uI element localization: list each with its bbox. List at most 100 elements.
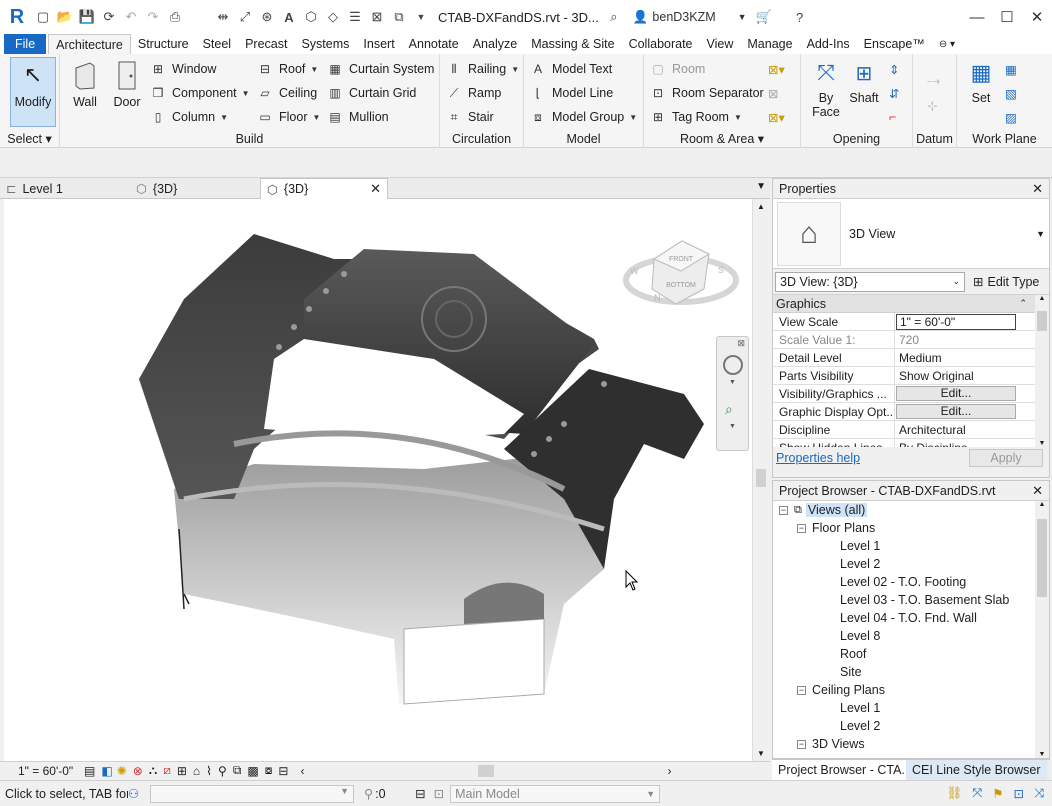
- tree-leaf[interactable]: Level 2: [840, 717, 880, 735]
- tree-node-3d-views[interactable]: −3D Views: [797, 735, 865, 753]
- tab-systems[interactable]: Systems: [294, 34, 356, 54]
- reveal-hidden-icon[interactable]: ⚲: [218, 764, 227, 778]
- crop-view-icon[interactable]: ⧄: [163, 763, 171, 778]
- prop-value[interactable]: Show Original: [895, 367, 1035, 384]
- section-graphics[interactable]: Graphics ⌃: [773, 295, 1035, 313]
- user-menu[interactable]: 👤 benD3KZM ▼: [633, 10, 747, 25]
- view-selector-dropdown[interactable]: 3D View: {3D} ⌄: [775, 271, 965, 292]
- sync-icon[interactable]: ⟳: [98, 6, 120, 28]
- text-icon[interactable]: A: [278, 6, 300, 28]
- set-button[interactable]: ▦ Set: [961, 58, 1001, 105]
- hscroll-thumb[interactable]: [478, 764, 495, 777]
- grid-icon[interactable]: ⊹: [927, 94, 937, 116]
- tab-view[interactable]: View: [700, 34, 741, 54]
- tag-room-button[interactable]: ⊞ Tag Room ▼: [650, 106, 742, 128]
- tab-project-browser[interactable]: Project Browser - CTA...: [772, 760, 912, 780]
- stair-button[interactable]: ⌗ Stair: [446, 106, 494, 128]
- scroll-left-icon[interactable]: ‹: [300, 764, 304, 778]
- close-window-button[interactable]: ✕: [1022, 2, 1052, 32]
- column-button[interactable]: ▯ Column ▼: [150, 106, 228, 128]
- scroll-thumb[interactable]: [1037, 311, 1047, 331]
- view-scale-button[interactable]: 1" = 60'-0": [0, 764, 78, 778]
- scroll-up-icon[interactable]: ▲: [753, 202, 769, 211]
- dropdown-icon[interactable]: ▼: [410, 6, 432, 28]
- view-tab-3d-active[interactable]: ⬡ {3D} ✕: [260, 178, 388, 199]
- close-icon[interactable]: ⊠: [737, 338, 745, 349]
- select-underlay-icon[interactable]: ⤧: [972, 786, 982, 801]
- viewer-icon[interactable]: ▨: [1005, 106, 1017, 128]
- scroll-down-icon[interactable]: ▼: [753, 749, 769, 758]
- ref-plane-icon[interactable]: ▧: [1005, 82, 1017, 104]
- editable-only-icon[interactable]: ⚲: [364, 786, 373, 801]
- horizontal-scrollbar[interactable]: [308, 764, 663, 777]
- curtain-grid-button[interactable]: ▥ Curtain Grid: [327, 82, 416, 104]
- tab-collaborate[interactable]: Collaborate: [622, 34, 700, 54]
- edit-type-button[interactable]: ⊞ Edit Type: [973, 274, 1039, 290]
- dimension-icon[interactable]: ⤢: [234, 6, 256, 28]
- tree-leaf[interactable]: Level 8: [840, 627, 880, 645]
- switch-windows-icon[interactable]: ⧉: [388, 6, 410, 28]
- tree-leaf[interactable]: Level 02 - T.O. Footing: [840, 573, 966, 591]
- undo-icon[interactable]: ↶: [120, 6, 142, 28]
- design-options-icon[interactable]: ⊟: [415, 786, 425, 801]
- scroll-down-icon[interactable]: ▼: [1035, 440, 1049, 447]
- maximize-button[interactable]: ☐: [992, 2, 1022, 32]
- shadows-icon[interactable]: ⊗: [133, 764, 143, 778]
- visual-style-icon[interactable]: ◧: [101, 764, 112, 778]
- tab-add-ins[interactable]: Add-Ins: [800, 34, 857, 54]
- tag-area-icon[interactable]: ⊠▾: [768, 106, 785, 128]
- measure-icon[interactable]: ⇹: [212, 6, 234, 28]
- tab-enscape[interactable]: Enscape™: [857, 34, 932, 54]
- select-dropdown[interactable]: Select ▾: [0, 131, 59, 146]
- temp-hide-icon[interactable]: ⌇: [206, 764, 212, 778]
- area-icon[interactable]: ⊠▾: [768, 58, 785, 80]
- room-button[interactable]: ▢ Room: [650, 58, 705, 80]
- vertical-scrollbar[interactable]: ▲ ▼: [752, 199, 769, 761]
- tab-cei-line-style-browser[interactable]: CEI Line Style Browser: [906, 760, 1047, 780]
- edit-button[interactable]: Edit...: [896, 404, 1016, 419]
- railing-button[interactable]: ⫴ Railing ▼: [446, 58, 519, 80]
- tree-leaf[interactable]: Level 03 - T.O. Basement Slab: [840, 591, 1009, 609]
- curtain-system-button[interactable]: ▦ Curtain System: [327, 58, 434, 80]
- design-option-dropdown[interactable]: Main Model ▼: [450, 784, 661, 803]
- close-icon[interactable]: ✕: [1032, 181, 1043, 197]
- component-button[interactable]: ❒ Component ▼: [150, 82, 250, 104]
- tree-node-views-all[interactable]: − ⧉ Views (all): [779, 501, 868, 519]
- tabs-menu-icon[interactable]: ▼: [756, 181, 766, 192]
- modify-button[interactable]: ↖ Modify: [10, 57, 56, 127]
- 3d-viewport[interactable]: FRONT BOTTOM W S N ⊠ ▼ ⌕ ▼: [4, 199, 752, 761]
- wall-opening-icon[interactable]: ⇕: [889, 58, 899, 80]
- properties-help-link[interactable]: Properties help: [776, 451, 860, 465]
- room-area-dropdown[interactable]: Room & Area ▾: [644, 131, 800, 146]
- tab-analyze[interactable]: Analyze: [466, 34, 524, 54]
- view-tab-3d[interactable]: ⬡ {3D}: [136, 178, 260, 199]
- properties-scrollbar[interactable]: ▲ ▼: [1035, 295, 1049, 447]
- drag-elements-icon[interactable]: ⤨: [1034, 786, 1044, 801]
- model-group-button[interactable]: ⧈ Model Group ▼: [530, 106, 637, 128]
- tab-architecture[interactable]: Architecture: [48, 34, 131, 54]
- collapse-icon[interactable]: −: [797, 685, 806, 695]
- prop-value[interactable]: By Discipline: [895, 439, 1035, 447]
- tree-leaf[interactable]: Site: [840, 663, 862, 681]
- chevron-down-icon[interactable]: ▼: [1036, 229, 1045, 239]
- view-scale-input[interactable]: 1" = 60'-0": [896, 313, 1016, 330]
- prop-value[interactable]: Architectural: [895, 421, 1035, 438]
- apply-button[interactable]: Apply: [969, 449, 1043, 467]
- scroll-thumb[interactable]: [1037, 519, 1047, 597]
- ramp-button[interactable]: ⟋ Ramp: [446, 82, 502, 104]
- close-icon[interactable]: ✕: [370, 181, 381, 197]
- tab-insert[interactable]: Insert: [356, 34, 401, 54]
- vertical-opening-icon[interactable]: ⇵: [889, 82, 899, 104]
- show-work-plane-icon[interactable]: ▦: [1005, 58, 1017, 80]
- constraints-icon[interactable]: ⊟: [278, 764, 288, 778]
- scroll-down-icon[interactable]: ▼: [1035, 751, 1049, 758]
- area-boundary-icon[interactable]: ⊠: [768, 82, 778, 104]
- level-icon[interactable]: ⤍: [927, 70, 940, 92]
- rendering-icon[interactable]: ⛬: [149, 763, 157, 778]
- browser-scrollbar[interactable]: ▲ ▼: [1035, 501, 1049, 758]
- tree-leaf[interactable]: Level 1: [840, 537, 880, 555]
- select-face-icon[interactable]: ⊡: [1014, 786, 1024, 801]
- select-links-icon[interactable]: ⛓: [946, 786, 962, 801]
- type-selector[interactable]: ⌂ 3D View ▼: [773, 199, 1049, 269]
- tag-icon[interactable]: ⊛: [256, 6, 278, 28]
